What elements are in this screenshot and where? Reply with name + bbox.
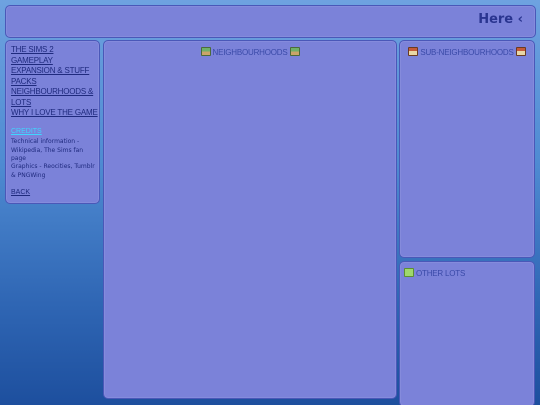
nav-link-gameplay[interactable]: GAMEPLAY — [11, 56, 99, 67]
credit-technical-info: Technical information - Wikipedia, The S… — [11, 138, 84, 162]
house-icon — [408, 47, 419, 56]
nav-link-neighbourhoods-lots[interactable]: NEIGHBOURHOODS & LOTS — [11, 87, 99, 108]
neighbourhoods-heading: NEIGHBOURHOODS — [104, 47, 396, 57]
nav-list: THE SIMS 2 GAMEPLAY EXPANSION & STUFF PA… — [11, 45, 99, 119]
nav-link-the-sims-2[interactable]: THE SIMS 2 — [11, 45, 99, 56]
house-icon — [515, 47, 526, 56]
credit-graphics: Graphics - Reocities, Tumblr & PNGWing — [11, 163, 95, 179]
neighbourhood-icon — [200, 47, 211, 56]
sub-neighbourhoods-panel: SUB-NEIGHBOURHOODS — [399, 40, 535, 258]
credits-heading: CREDITS — [11, 128, 42, 135]
header-title: Here ‹ — [478, 12, 523, 27]
other-lots-panel: OTHER LOTS — [399, 261, 535, 405]
lot-icon — [404, 268, 414, 277]
neighbourhoods-heading-text: NEIGHBOURHOODS — [212, 48, 288, 57]
other-lots-heading: OTHER LOTS — [402, 268, 534, 278]
neighbourhoods-panel: NEIGHBOURHOODS — [103, 40, 397, 399]
sub-neighbourhoods-heading-text: SUB-NEIGHBOURHOODS — [420, 48, 514, 57]
sub-neighbourhoods-heading: SUB-NEIGHBOURHOODS — [400, 47, 534, 57]
neighbourhood-icon — [289, 47, 300, 56]
back-link[interactable]: BACK — [11, 189, 30, 196]
nav-link-why-i-love-the-game[interactable]: WHY I LOVE THE GAME — [11, 108, 99, 119]
other-lots-heading-text: OTHER LOTS — [416, 269, 466, 278]
sidebar: THE SIMS 2 GAMEPLAY EXPANSION & STUFF PA… — [5, 40, 100, 204]
nav-link-expansion-packs[interactable]: EXPANSION & STUFF PACKS — [11, 66, 99, 87]
header-bar: Here ‹ — [5, 5, 536, 38]
